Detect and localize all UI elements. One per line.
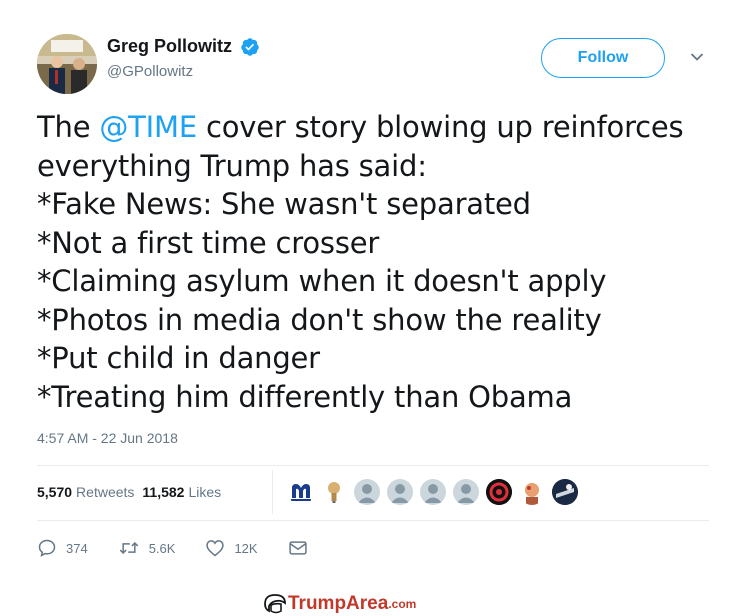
retweets-stat[interactable]: 5,570 Retweets: [37, 484, 134, 500]
tweet-line: *Claiming asylum when it doesn't apply: [37, 264, 607, 298]
liker-avatar[interactable]: [552, 479, 578, 505]
watermark-text: TrumpArea: [288, 593, 389, 614]
envelope-icon: [288, 541, 307, 555]
cartoon-avatar-icon: [525, 483, 539, 505]
tweet-actions: 374 5.6K 12K: [37, 538, 347, 558]
liker-avatar[interactable]: [519, 479, 545, 505]
retweet-button[interactable]: 5.6K: [118, 538, 176, 558]
default-user-icon: [457, 484, 475, 503]
verified-badge-icon: [241, 37, 260, 56]
tweet-line: *Photos in media don't show the reality: [37, 302, 602, 337]
tweet-line-text: The: [37, 110, 100, 144]
likes-count: 11,582: [142, 484, 185, 500]
likes-stat[interactable]: 11,582 Likes: [142, 484, 221, 500]
watermark: TrumpArea .com: [262, 592, 416, 616]
direct-message-button[interactable]: [288, 539, 317, 557]
watermark-suffix: .com: [388, 597, 417, 611]
tweet-line: everything Trump has said:: [37, 148, 427, 183]
liker-avatar[interactable]: [321, 479, 347, 505]
tweet-line-text: cover story blowing up reinforces: [196, 110, 684, 144]
trump-hair-logo-icon: [264, 594, 286, 614]
default-user-icon: [391, 484, 409, 503]
reply-count: 374: [66, 540, 88, 556]
chevron-down-icon[interactable]: [690, 52, 704, 62]
default-user-icon: [424, 484, 442, 503]
retweets-count: 5,570: [37, 484, 73, 500]
timestamp[interactable]: 4:57 AM - 22 Jun 2018: [37, 430, 178, 446]
sports-logo-icon: [552, 479, 578, 505]
liker-avatar[interactable]: [453, 479, 479, 505]
retweets-label: Retweets: [76, 484, 135, 500]
engagement-stats: 5,570 Retweets 11,582 Likes: [37, 484, 229, 500]
liker-avatar[interactable]: [288, 479, 314, 505]
avatar[interactable]: [37, 34, 97, 94]
liker-avatar[interactable]: [387, 479, 413, 505]
like-count: 12K: [234, 540, 258, 556]
tweet-card: Greg Pollowitz @GPollowitz Follow The @T…: [0, 0, 740, 580]
liker-avatar[interactable]: [354, 479, 380, 505]
follow-button[interactable]: Follow: [541, 38, 665, 78]
tweet-text: The @TIME cover story blowing up reinfor…: [37, 108, 727, 416]
reply-icon: [38, 539, 56, 557]
default-user-icon: [358, 484, 376, 503]
heart-icon: [206, 540, 225, 557]
tweet-line: *Fake News: She wasn't separated: [37, 187, 531, 221]
m-logo-icon: [291, 484, 311, 501]
avatar-image: [37, 34, 97, 94]
divider: [37, 520, 709, 521]
user-info: Greg Pollowitz @GPollowitz: [107, 36, 260, 80]
likes-label: Likes: [188, 484, 222, 500]
likers-avatars: [288, 479, 585, 505]
stats-separator: [272, 470, 273, 514]
tweet-line: *Put child in danger: [37, 341, 320, 375]
divider: [37, 465, 709, 466]
like-button[interactable]: 12K: [205, 538, 258, 558]
tweet-line: *Treating him differently than Obama: [37, 379, 573, 414]
liker-avatar[interactable]: [420, 479, 446, 505]
display-name[interactable]: Greg Pollowitz: [107, 36, 232, 57]
mention-link[interactable]: @TIME: [99, 110, 197, 144]
retweet-icon: [119, 541, 138, 555]
liker-avatar[interactable]: [486, 479, 512, 505]
reply-button[interactable]: 374: [37, 538, 88, 558]
lightbulb-icon: [328, 482, 340, 503]
tweet-line: *Not a first time crosser: [37, 225, 380, 260]
retweet-count: 5.6K: [148, 540, 176, 556]
hurricanes-logo-icon: [486, 479, 512, 505]
user-handle[interactable]: @GPollowitz: [107, 63, 260, 80]
tweet-line: The @TIME cover story blowing up reinfor…: [37, 108, 727, 147]
